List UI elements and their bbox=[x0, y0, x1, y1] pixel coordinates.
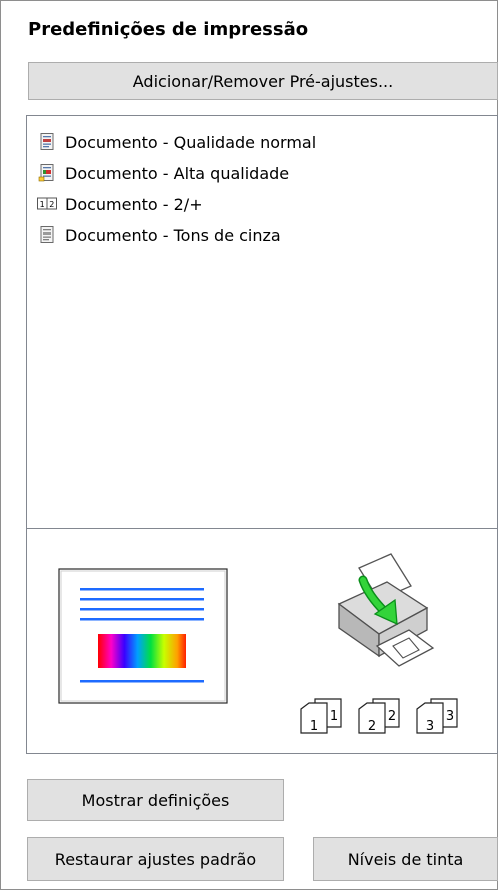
document-grayscale-icon bbox=[40, 226, 54, 243]
preset-item-grayscale[interactable]: Documento - Tons de cinza bbox=[37, 223, 281, 247]
collate-copy-3-icon: 3 3 bbox=[416, 698, 458, 734]
preset-label: Documento - Alta qualidade bbox=[65, 163, 290, 183]
collate-number: 3 bbox=[446, 709, 454, 724]
print-presets-panel: Predefinições de impressão Adicionar/Rem… bbox=[0, 0, 498, 890]
show-settings-button[interactable]: Mostrar definições bbox=[27, 779, 284, 821]
page-preview-image bbox=[58, 568, 228, 704]
printer-icon bbox=[337, 553, 435, 667]
preset-label: Documento - Tons de cinza bbox=[65, 225, 281, 245]
preset-item-two-up[interactable]: 1 2 Documento - 2/+ bbox=[37, 192, 203, 216]
preset-item-high-quality[interactable]: Documento - Alta qualidade bbox=[37, 161, 289, 185]
collate-number: 2 bbox=[368, 719, 376, 734]
collate-number: 1 bbox=[330, 709, 338, 724]
document-normal-icon bbox=[40, 133, 54, 150]
svg-text:1: 1 bbox=[40, 200, 45, 209]
preset-label: Documento - Qualidade normal bbox=[65, 132, 317, 152]
two-up-icon: 1 2 bbox=[37, 197, 57, 210]
restore-defaults-button[interactable]: Restaurar ajustes padrão bbox=[27, 837, 284, 881]
svg-text:2: 2 bbox=[49, 200, 54, 209]
preset-label: Documento - 2/+ bbox=[65, 194, 203, 214]
panel-title: Predefinições de impressão bbox=[28, 19, 309, 40]
collate-number: 3 bbox=[426, 719, 434, 734]
document-high-quality-icon bbox=[38, 164, 54, 182]
collate-copy-1-icon: 1 1 bbox=[300, 698, 342, 734]
collate-copy-2-icon: 2 2 bbox=[358, 698, 400, 734]
collate-icons: 1 1 2 2 3 3 bbox=[299, 697, 489, 743]
ink-levels-button[interactable]: Níveis de tinta bbox=[313, 837, 498, 881]
collate-number: 1 bbox=[310, 719, 318, 734]
add-remove-presets-button[interactable]: Adicionar/Remover Pré-ajustes... bbox=[28, 62, 498, 100]
preset-list: Documento - Qualidade normal Documento -… bbox=[26, 115, 498, 529]
collate-number: 2 bbox=[388, 709, 396, 724]
print-preview-area: 1 1 2 2 3 3 bbox=[26, 529, 498, 754]
preset-item-quality-normal[interactable]: Documento - Qualidade normal bbox=[37, 130, 316, 154]
